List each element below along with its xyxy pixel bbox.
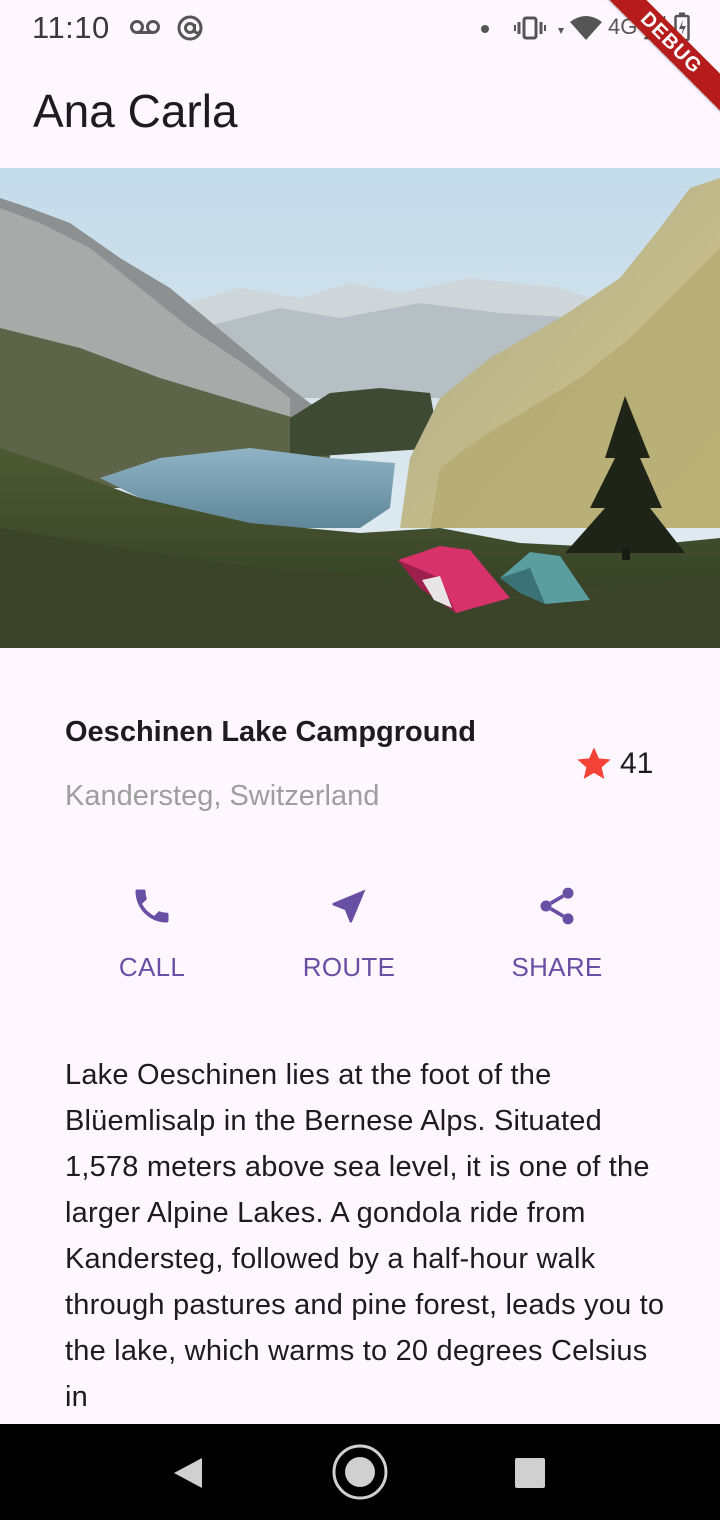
at-sign-icon [177,15,203,41]
route-label: ROUTE [302,952,396,982]
hero-image [0,168,720,648]
place-description: Lake Oeschinen lies at the foot of the B… [65,1059,665,1413]
share-label: SHARE [511,952,603,982]
share-button[interactable]: SHARE [477,884,637,983]
share-icon [540,887,574,925]
back-icon[interactable] [172,1456,204,1490]
home-icon[interactable] [331,1443,389,1501]
wifi-icon [558,16,602,40]
voicemail-icon [130,20,160,34]
vibrate-icon [514,16,546,40]
status-bar: 11:10 4G [0,0,720,56]
star-icon[interactable] [574,744,614,784]
near-me-icon [332,889,366,923]
rating-count: 41 [620,747,654,780]
call-button[interactable]: CALL [72,884,232,983]
route-button[interactable]: ROUTE [269,884,429,983]
app-title: Ana Carla [33,85,238,137]
phone-icon [135,889,169,923]
call-label: CALL [118,952,186,982]
system-nav-bar [0,1424,720,1520]
place-title: Oeschinen Lake Campground [65,716,476,748]
favorite-rating[interactable]: 41 [574,744,653,784]
recents-icon[interactable] [514,1457,546,1489]
place-location: Kandersteg, Switzerland [65,780,380,812]
notification-dot-icon [481,25,489,33]
landscape-photo [0,168,720,648]
status-time: 11:10 [32,10,110,45]
app-bar: Ana Carla [0,56,720,168]
